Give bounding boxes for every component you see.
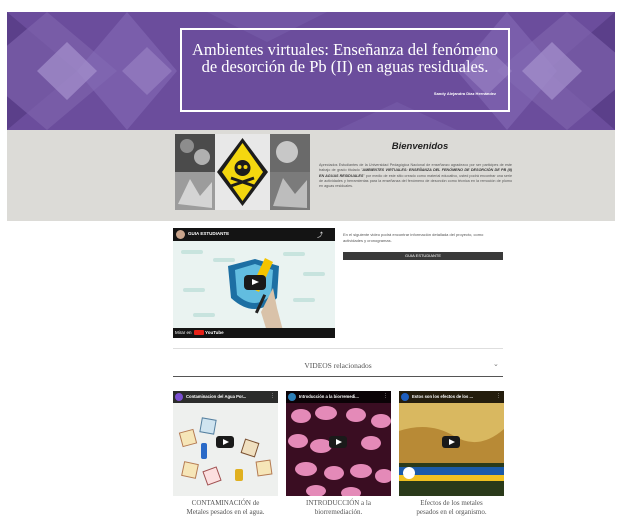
hero-banner: Ambientes virtuales: Enseñanza del fenóm… — [7, 12, 615, 130]
welcome-text: Apreciados Estudiantes de la Universidad… — [319, 163, 513, 189]
channel-avatar — [176, 230, 185, 239]
related-video-1[interactable]: Contaminacion del Agua Por... ⋮ — [173, 391, 278, 496]
play-button-icon[interactable] — [329, 436, 347, 448]
play-button-icon[interactable] — [442, 436, 460, 448]
watch-on-youtube-link[interactable]: Mirar en YouTube — [175, 330, 224, 336]
divider — [173, 348, 503, 349]
video-title[interactable]: Estos son los efectos de los ... — [412, 394, 473, 399]
play-button-icon[interactable] — [216, 436, 234, 448]
channel-avatar — [288, 393, 296, 401]
video-title[interactable]: GUIA ESTUDIANTE — [188, 231, 229, 236]
hero-title-frame: Ambientes virtuales: Enseñanza del fenóm… — [180, 28, 510, 112]
channel-avatar — [175, 393, 183, 401]
author-name: Sandy Alejandra Díaz Hernández — [433, 91, 496, 96]
channel-avatar — [401, 393, 409, 401]
more-options-icon[interactable]: ⋮ — [270, 393, 275, 399]
chevron-down-icon[interactable]: ⌄ — [493, 360, 499, 368]
related-videos-title[interactable]: VIDEOS relacionados — [173, 361, 503, 370]
more-options-icon[interactable]: ⋮ — [383, 393, 388, 399]
video-caption: CONTAMINACIÓN de Metales pesados en el ag… — [186, 499, 265, 516]
divider — [173, 376, 503, 377]
heavy-metals-collage-image — [175, 134, 310, 210]
related-video-3[interactable]: Estos son los efectos de los ... ⋮ — [399, 391, 504, 496]
share-icon[interactable]: ⤴ — [317, 230, 323, 239]
video-title[interactable]: Contaminacion del Agua Por... — [186, 394, 246, 399]
video-caption: Efectos de los metales pesados en el orga… — [416, 499, 487, 516]
related-video-2[interactable]: Introducción a la biorremedi... ⋮ — [286, 391, 391, 496]
video-title[interactable]: Introducción a la biorremedi... — [299, 394, 359, 399]
youtube-logo-icon — [193, 330, 204, 336]
more-options-icon[interactable]: ⋮ — [496, 393, 501, 399]
welcome-section: Bienvenidos Apreciados Estudiantes de la… — [7, 130, 615, 221]
guide-button[interactable]: GUIA ESTUDIANTE — [343, 252, 503, 260]
play-button-icon[interactable] — [244, 275, 266, 290]
welcome-title: Bienvenidos — [391, 141, 449, 152]
video-caption: INTRODUCCIÓN a la biorremediación. — [306, 499, 371, 516]
guide-video-embed[interactable]: GUIA ESTUDIANTE ⤴ Mirar en YouTube — [173, 228, 335, 338]
page-title: Ambientes virtuales: Enseñanza del fenóm… — [191, 40, 499, 76]
guide-description: En el siguiente video podrá encontrar in… — [343, 232, 484, 243]
